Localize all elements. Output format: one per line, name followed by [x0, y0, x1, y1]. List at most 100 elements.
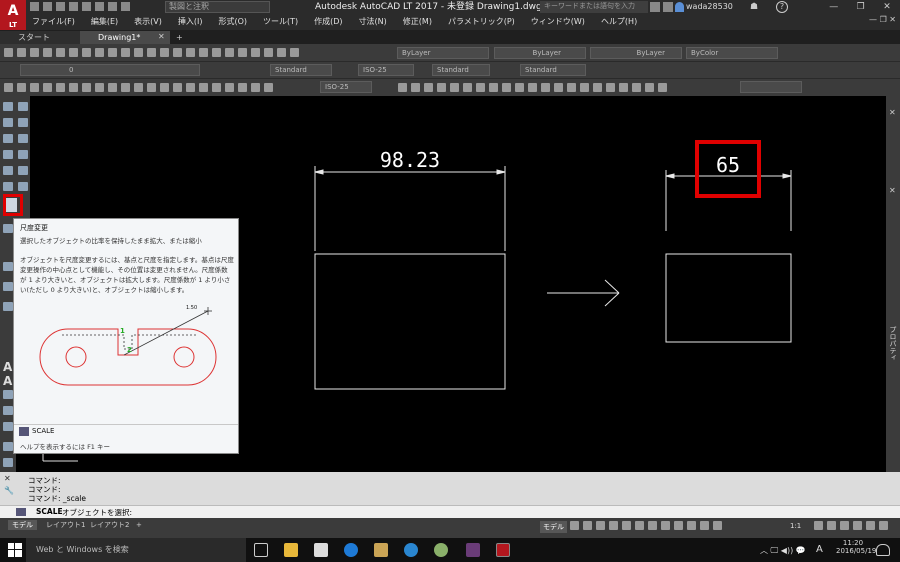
dim-update-icon[interactable]: [264, 83, 273, 92]
zoom-icon[interactable]: [173, 48, 182, 57]
undo-icon[interactable]: [95, 2, 104, 11]
menu-modify[interactable]: 修正(M): [403, 14, 432, 30]
lineweight-icon[interactable]: [661, 521, 670, 530]
layer-control[interactable]: 0: [20, 64, 200, 76]
tab-layout2[interactable]: レイアウト2: [86, 520, 133, 530]
menu-draw[interactable]: 作成(D): [314, 14, 342, 30]
line-tool-icon[interactable]: [3, 102, 13, 111]
close-palette-icon[interactable]: ✕: [889, 108, 896, 117]
cut-icon[interactable]: [82, 48, 91, 57]
continue-icon[interactable]: [199, 83, 208, 92]
original-rectangle[interactable]: [314, 253, 506, 390]
undo-icon[interactable]: [134, 48, 143, 57]
help-icon[interactable]: [290, 48, 299, 57]
workspace-dropdown[interactable]: 製図と注釈: [165, 1, 270, 13]
radius-icon[interactable]: [134, 83, 143, 92]
extend-icon[interactable]: [528, 83, 537, 92]
snap-icon[interactable]: [583, 521, 592, 530]
chamfer-icon[interactable]: [567, 83, 576, 92]
tab-start[interactable]: スタート: [0, 31, 80, 44]
sign-in-user[interactable]: wada28530: [686, 1, 733, 13]
polyline-tool-icon[interactable]: [3, 118, 13, 127]
revcloud-icon[interactable]: [56, 83, 65, 92]
toolpalette-icon[interactable]: [238, 48, 247, 57]
polyline-icon[interactable]: [17, 83, 26, 92]
clock[interactable]: 11:20 2016/05/19: [836, 539, 876, 555]
quick-dim-icon[interactable]: [173, 83, 182, 92]
open-icon[interactable]: [43, 2, 52, 11]
angular-icon[interactable]: [160, 83, 169, 92]
layfrz-icon[interactable]: [645, 83, 654, 92]
mtext-icon[interactable]: A: [3, 360, 12, 374]
make-block-icon[interactable]: [3, 406, 13, 415]
workspace-gear-icon[interactable]: [121, 2, 130, 11]
stretch-icon[interactable]: [502, 83, 511, 92]
close-cmdwin-icon[interactable]: ✕: [4, 474, 11, 483]
menu-window[interactable]: ウィンドウ(W): [531, 14, 585, 30]
array-tool-icon[interactable]: [18, 166, 28, 175]
grid-icon[interactable]: [570, 521, 579, 530]
publish-icon[interactable]: [69, 48, 78, 57]
plotstyle-control[interactable]: ByColor: [686, 47, 778, 59]
add-selected-icon[interactable]: [3, 458, 13, 467]
fullscreen-icon[interactable]: [866, 521, 875, 530]
mleader-style-control[interactable]: Standard: [520, 64, 586, 76]
join-icon[interactable]: [554, 83, 563, 92]
media-app-icon[interactable]: [466, 543, 480, 557]
ellipse-icon[interactable]: [69, 83, 78, 92]
arc-length-icon[interactable]: [108, 83, 117, 92]
dim-text-edit-icon[interactable]: [251, 83, 260, 92]
layoff-icon[interactable]: [632, 83, 641, 92]
ime-indicator[interactable]: A: [816, 544, 823, 555]
point-tool-icon[interactable]: [3, 302, 13, 311]
plot-icon[interactable]: [82, 2, 91, 11]
annotation-visibility-icon[interactable]: [700, 521, 709, 530]
tab-layout1[interactable]: レイアウト1: [42, 520, 89, 530]
close-palette-icon-2[interactable]: ✕: [889, 186, 896, 195]
lineweight-control[interactable]: ByLayer: [590, 47, 682, 59]
polygon-tool-icon[interactable]: [3, 134, 13, 143]
save-icon[interactable]: [56, 2, 65, 11]
menu-parametric[interactable]: パラメトリック(P): [448, 14, 515, 30]
sheetset-icon[interactable]: [251, 48, 260, 57]
dim-style-control-2[interactable]: ISO-25: [320, 81, 372, 93]
ortho-icon[interactable]: [596, 521, 605, 530]
properties-palette-label[interactable]: プロパティ: [888, 326, 898, 361]
user-icon[interactable]: [675, 2, 684, 12]
arc-icon[interactable]: [30, 83, 39, 92]
tray-icons[interactable]: ︿ 🖵 ◀)) 💬: [760, 545, 806, 556]
erase-tool-icon[interactable]: [18, 102, 28, 111]
linetype-control[interactable]: ByLayer: [494, 47, 586, 59]
units-icon[interactable]: [840, 521, 849, 530]
erase-icon[interactable]: [398, 83, 407, 92]
close-tab-icon[interactable]: ✕: [158, 32, 165, 41]
osnap-icon[interactable]: [648, 521, 657, 530]
text-style-control[interactable]: Standard: [270, 64, 332, 76]
notification-icon[interactable]: [876, 544, 890, 556]
plot-icon[interactable]: [43, 48, 52, 57]
model-space-button[interactable]: モデル: [540, 521, 567, 533]
copy-obj-icon[interactable]: [411, 83, 420, 92]
help-icon[interactable]: ?: [776, 1, 788, 13]
taskbar-search-input[interactable]: Web と Windows を検索: [26, 538, 246, 562]
scaled-rectangle[interactable]: [665, 253, 792, 343]
application-menu-button[interactable]: A LT: [0, 0, 26, 30]
break-icon[interactable]: [541, 83, 550, 92]
table-style-control[interactable]: Standard: [432, 64, 490, 76]
rotate-icon[interactable]: [476, 83, 485, 92]
saveas-icon[interactable]: [69, 2, 78, 11]
windows-start-icon[interactable]: [8, 543, 22, 557]
app-icon[interactable]: [434, 543, 448, 557]
layiso-icon[interactable]: [619, 83, 628, 92]
tab-drawing1[interactable]: Drawing1*: [80, 31, 170, 44]
tab-model[interactable]: モデル: [8, 520, 37, 530]
transparency-icon[interactable]: [674, 521, 683, 530]
mirror-icon[interactable]: [424, 83, 433, 92]
new-icon[interactable]: [4, 48, 13, 57]
ie-icon[interactable]: [404, 543, 418, 557]
rectangle-tool-icon[interactable]: [3, 150, 13, 159]
copy-tool-icon[interactable]: [18, 118, 28, 127]
polar-icon[interactable]: [609, 521, 618, 530]
move-tool-icon[interactable]: [18, 182, 28, 191]
zoom-window-icon[interactable]: [186, 48, 195, 57]
